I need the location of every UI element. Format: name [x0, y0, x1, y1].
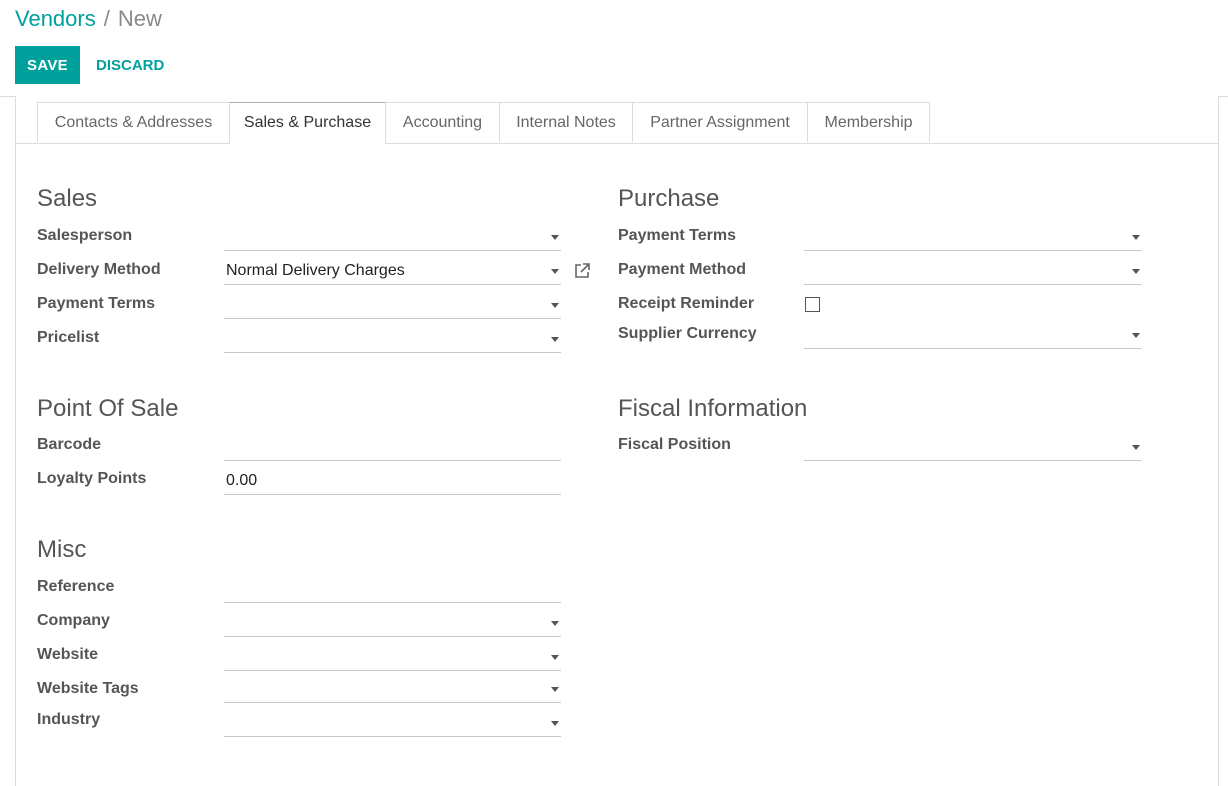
- website-select[interactable]: [224, 645, 561, 671]
- tab-partner-assignment[interactable]: Partner Assignment: [632, 102, 808, 142]
- industry-label: Industry: [37, 711, 101, 728]
- external-link-icon[interactable]: [573, 262, 591, 280]
- sales-section-title: Sales: [37, 185, 98, 212]
- form-sheet: Contacts & Addresses Sales & Purchase Ac…: [15, 96, 1219, 786]
- payment-method-select[interactable]: [804, 259, 1142, 285]
- reference-label: Reference: [37, 578, 115, 595]
- tab-contacts-addresses[interactable]: Contacts & Addresses: [37, 102, 230, 142]
- chevron-down-icon: [551, 337, 559, 342]
- tab-sales-purchase[interactable]: Sales & Purchase: [229, 102, 386, 144]
- point-of-sale-section-title: Point Of Sale: [37, 395, 179, 422]
- website-label: Website: [37, 646, 99, 663]
- chevron-down-icon: [551, 621, 559, 626]
- industry-select[interactable]: [224, 711, 561, 737]
- barcode-input[interactable]: [224, 435, 561, 461]
- loyalty-points-input[interactable]: 0.00: [224, 469, 561, 495]
- notebook-tabs: Contacts & Addresses Sales & Purchase Ac…: [16, 102, 1218, 144]
- chevron-down-icon: [551, 721, 559, 726]
- pricelist-select[interactable]: [224, 327, 561, 353]
- breadcrumb-vendors-link[interactable]: Vendors: [15, 6, 96, 31]
- receipt-reminder-checkbox[interactable]: [805, 297, 820, 312]
- purchase-section-title: Purchase: [618, 185, 720, 212]
- company-select[interactable]: [224, 611, 561, 637]
- barcode-label: Barcode: [37, 436, 102, 453]
- chevron-down-icon: [551, 303, 559, 308]
- reference-input[interactable]: [224, 577, 561, 603]
- fiscal-information-section-title: Fiscal Information: [618, 395, 808, 422]
- supplier-currency-label: Supplier Currency: [618, 325, 757, 342]
- salesperson-label: Salesperson: [37, 227, 133, 244]
- website-tags-select[interactable]: [224, 677, 561, 703]
- breadcrumb-current: New: [117, 6, 162, 31]
- purchase-payment-terms-select[interactable]: [804, 225, 1142, 251]
- pricelist-label: Pricelist: [37, 329, 100, 346]
- salesperson-select[interactable]: [224, 225, 561, 251]
- delivery-method-select[interactable]: Normal Delivery Charges: [224, 259, 561, 285]
- supplier-currency-select[interactable]: [804, 323, 1142, 349]
- tab-membership[interactable]: Membership: [807, 102, 930, 142]
- tab-accounting[interactable]: Accounting: [385, 102, 500, 142]
- sales-payment-terms-label: Payment Terms: [37, 295, 155, 312]
- chevron-down-icon: [1132, 269, 1140, 274]
- sales-payment-terms-select[interactable]: [224, 293, 561, 319]
- chevron-down-icon: [551, 235, 559, 240]
- breadcrumb: Vendors / New: [15, 5, 162, 33]
- chevron-down-icon: [1132, 333, 1140, 338]
- chevron-down-icon: [551, 687, 559, 692]
- purchase-payment-terms-label: Payment Terms: [618, 227, 736, 244]
- misc-section-title: Misc: [37, 536, 87, 563]
- delivery-method-label: Delivery Method: [37, 261, 161, 278]
- fiscal-position-label: Fiscal Position: [618, 436, 731, 453]
- tab-internal-notes[interactable]: Internal Notes: [499, 102, 633, 142]
- discard-button[interactable]: DISCARD: [84, 46, 176, 84]
- website-tags-label: Website Tags: [37, 680, 139, 697]
- chevron-down-icon: [551, 655, 559, 660]
- chevron-down-icon: [1132, 445, 1140, 450]
- receipt-reminder-label: Receipt Reminder: [618, 295, 755, 312]
- delivery-method-value: Normal Delivery Charges: [226, 262, 405, 279]
- breadcrumb-separator: /: [103, 6, 110, 31]
- payment-method-label: Payment Method: [618, 261, 747, 278]
- chevron-down-icon: [1132, 235, 1140, 240]
- loyalty-points-value: 0.00: [226, 472, 258, 489]
- control-panel: Vendors / New SAVE DISCARD: [0, 0, 1228, 97]
- fiscal-position-select[interactable]: [804, 435, 1142, 461]
- loyalty-points-label: Loyalty Points: [37, 470, 147, 487]
- company-label: Company: [37, 612, 110, 629]
- save-button[interactable]: SAVE: [15, 46, 80, 84]
- chevron-down-icon: [551, 269, 559, 274]
